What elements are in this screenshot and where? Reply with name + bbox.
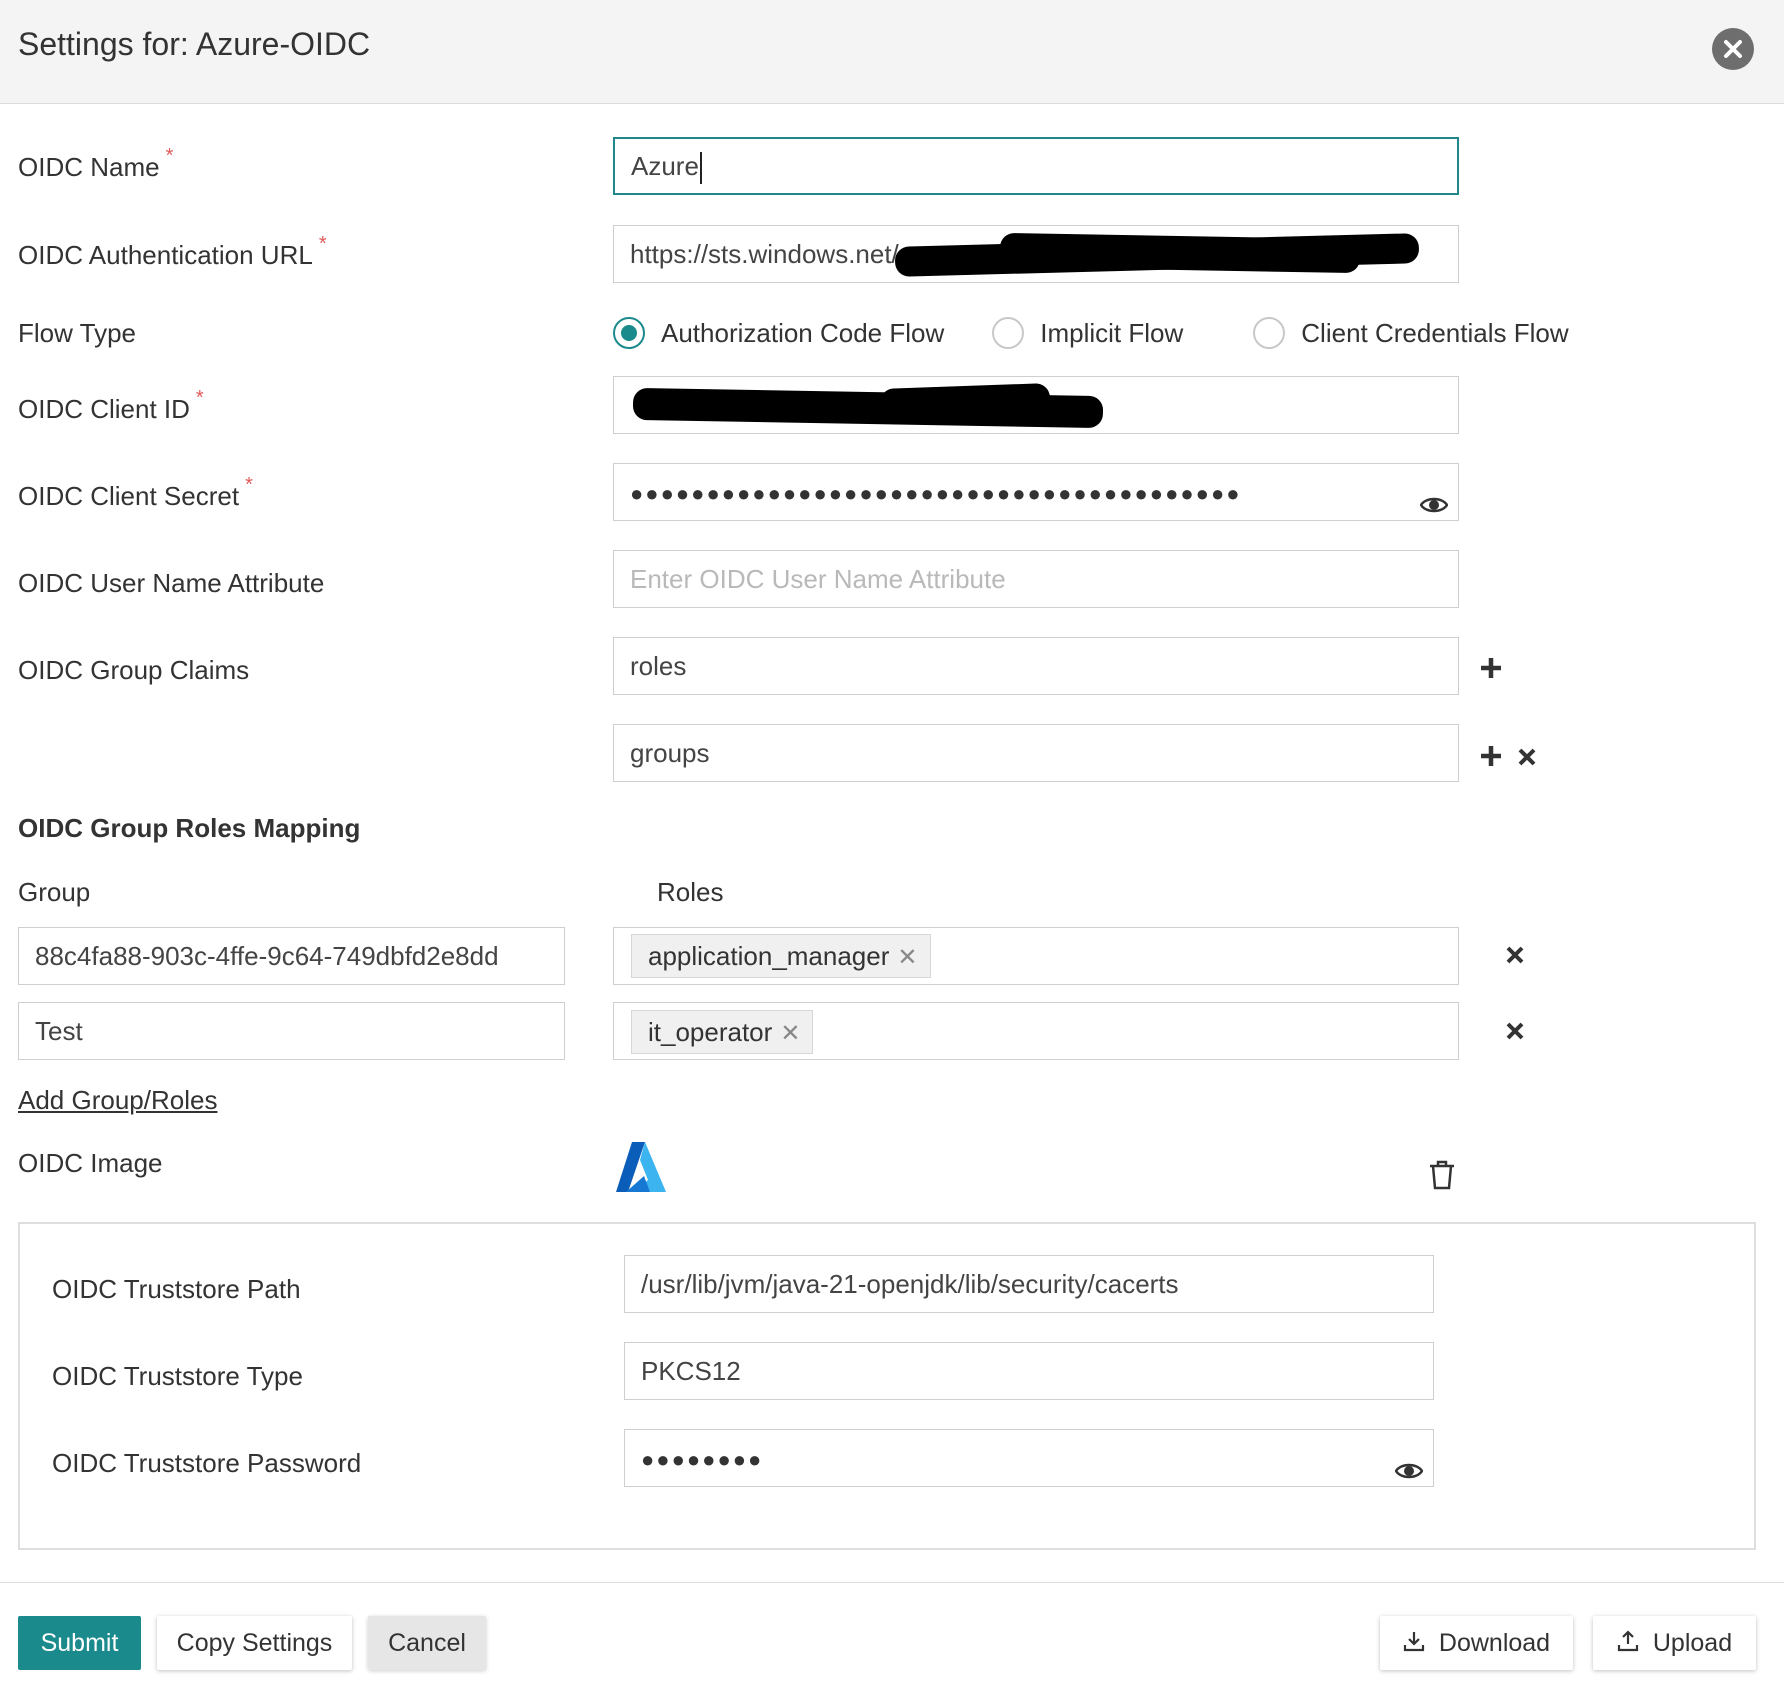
oidc-client-secret-input[interactable]: ●●●●●●●●●●●●●●●●●●●●●●●●●●●●●●●●●●●●●●●● — [613, 463, 1459, 521]
upload-button[interactable]: Upload — [1593, 1616, 1756, 1670]
group-roles-mapping-title: OIDC Group Roles Mapping — [18, 813, 361, 843]
redaction-mark — [879, 383, 1051, 417]
required-marker: * — [165, 145, 174, 167]
remove-mapping-row-icon[interactable] — [1506, 1022, 1524, 1045]
group-claim-input[interactable]: roles — [613, 637, 1459, 695]
truststore-path-input[interactable]: /usr/lib/jvm/java-21-openjdk/lib/securit… — [624, 1255, 1434, 1313]
roles-column-header: Roles — [657, 877, 724, 907]
radio-button[interactable] — [613, 317, 645, 349]
radio-button[interactable] — [992, 317, 1025, 349]
mapping-group-input[interactable]: 88c4fa88-903c-4ffe-9c64-749dbfd2e8dd — [18, 927, 565, 985]
oidc-auth-url-label: OIDC Authentication URL * — [18, 233, 327, 270]
eye-icon[interactable] — [1419, 479, 1449, 520]
dialog-title: Settings for: Azure-OIDC — [18, 26, 371, 62]
footer-divider — [0, 1582, 1784, 1583]
eye-icon[interactable] — [1394, 1445, 1424, 1486]
oidc-name-input[interactable]: Azure — [613, 137, 1459, 195]
trash-icon[interactable] — [1428, 1160, 1456, 1195]
oidc-client-id-label: OIDC Client ID * — [18, 387, 204, 424]
radio-client-credentials-flow[interactable]: Client Credentials Flow — [1253, 317, 1569, 349]
redaction-mark — [999, 232, 1361, 274]
radio-authorization-code-flow[interactable]: Authorization Code Flow — [613, 317, 944, 349]
add-claim-icon[interactable] — [1479, 656, 1503, 685]
group-claim-input[interactable]: groups — [613, 724, 1459, 782]
radio-button[interactable] — [1253, 317, 1286, 349]
truststore-password-input[interactable]: ●●●●●●●● — [624, 1429, 1434, 1487]
truststore-type-label: OIDC Truststore Type — [52, 1361, 303, 1391]
add-group-roles-link[interactable]: Add Group/Roles — [18, 1085, 217, 1116]
copy-settings-button[interactable]: Copy Settings — [157, 1616, 352, 1670]
flow-type-label: Flow Type — [18, 318, 137, 348]
remove-tag-icon[interactable]: ✕ — [780, 1020, 800, 1047]
close-icon[interactable] — [1712, 28, 1754, 70]
oidc-user-name-attribute-label: OIDC User Name Attribute — [18, 568, 325, 598]
text-caret — [699, 152, 702, 185]
azure-logo-icon — [614, 1140, 670, 1199]
group-column-header: Group — [18, 877, 91, 907]
radio-implicit-flow[interactable]: Implicit Flow — [992, 317, 1183, 349]
download-button[interactable]: Download — [1380, 1616, 1573, 1670]
remove-claim-icon[interactable] — [1518, 748, 1536, 771]
required-marker: * — [245, 474, 253, 496]
required-marker: * — [318, 233, 327, 255]
oidc-client-secret-label: OIDC Client Secret * — [18, 474, 253, 511]
oidc-name-label: OIDC Name * — [18, 145, 174, 182]
oidc-group-claims-label: OIDC Group Claims — [18, 655, 250, 685]
truststore-type-input[interactable]: PKCS12 — [624, 1342, 1434, 1400]
remove-mapping-row-icon[interactable] — [1506, 946, 1524, 969]
mapping-group-input[interactable]: Test — [18, 1002, 565, 1060]
flow-type-radio-group: Authorization Code Flow Implicit Flow Cl… — [613, 317, 1569, 349]
cancel-button[interactable]: Cancel — [368, 1616, 486, 1670]
oidc-user-name-attribute-input[interactable]: Enter OIDC User Name Attribute — [613, 550, 1459, 608]
oidc-image-label: OIDC Image — [18, 1148, 163, 1178]
upload-icon — [1617, 1630, 1638, 1652]
dialog-header: Settings for: Azure-OIDC — [0, 0, 1784, 104]
role-tag: it_operator ✕ — [631, 1010, 814, 1054]
remove-tag-icon[interactable]: ✕ — [897, 944, 917, 971]
truststore-path-label: OIDC Truststore Path — [52, 1274, 301, 1304]
download-icon — [1403, 1632, 1425, 1652]
required-marker: * — [195, 387, 204, 409]
add-claim-icon[interactable] — [1479, 744, 1503, 773]
role-tag: application_manager ✕ — [631, 934, 931, 978]
submit-button[interactable]: Submit — [18, 1616, 141, 1670]
truststore-password-label: OIDC Truststore Password — [52, 1448, 362, 1478]
